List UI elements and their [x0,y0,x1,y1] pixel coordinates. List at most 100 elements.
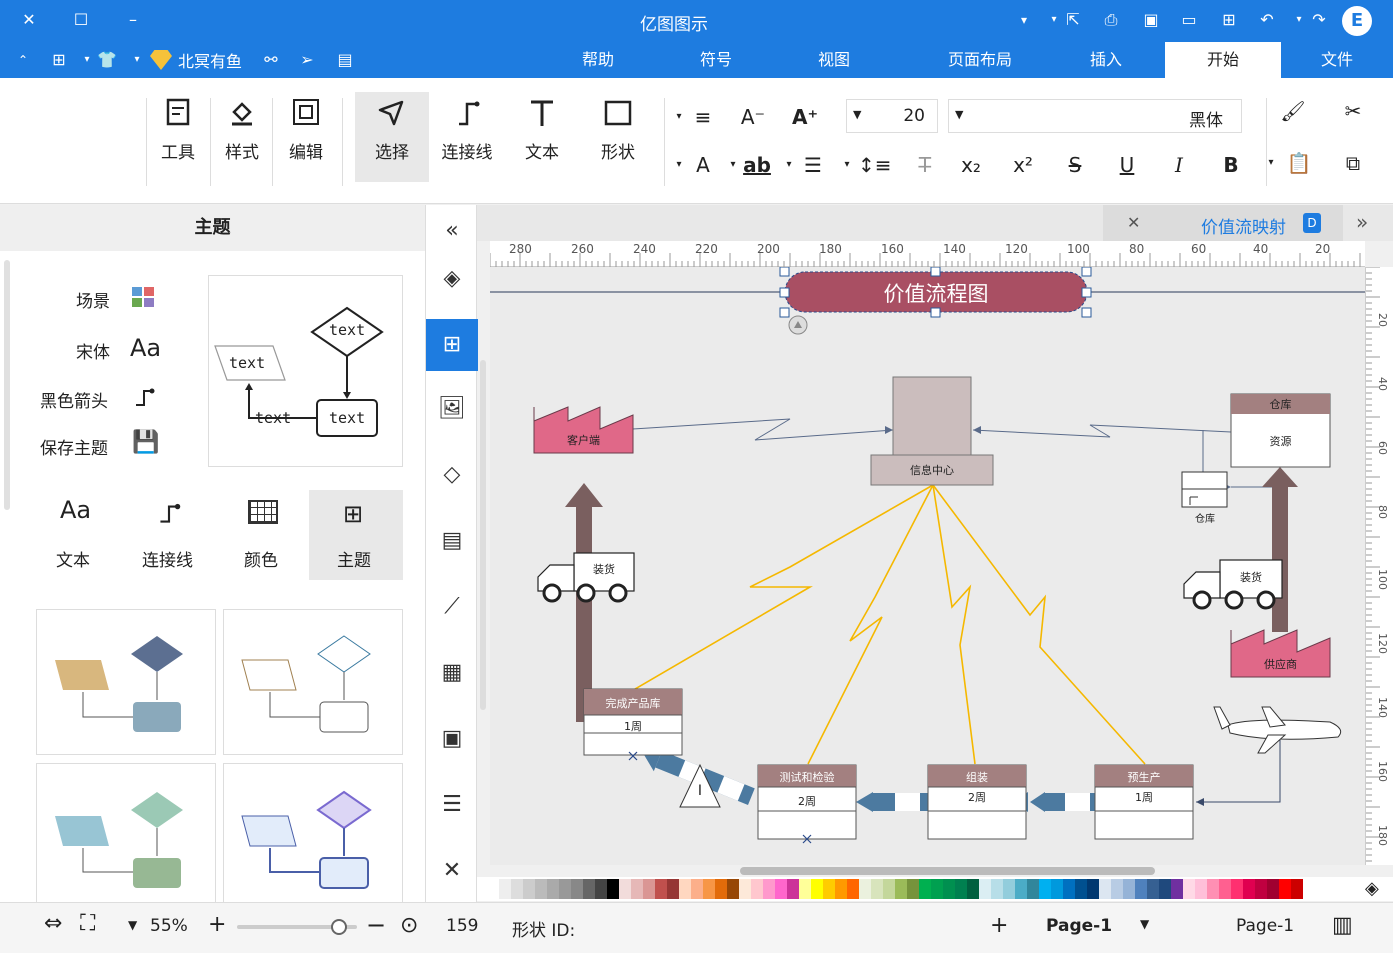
theme-thumbnail-3[interactable] [36,763,216,903]
color-swatch[interactable] [919,879,931,899]
color-swatch[interactable] [619,879,631,899]
diagram-title-shape[interactable]: 价值流程图 [785,278,1087,308]
align-icon[interactable]: ≡ [688,102,718,132]
fill-icon[interactable]: ◈ [426,253,478,305]
color-swatch[interactable] [547,879,559,899]
color-swatch[interactable] [1039,879,1051,899]
chevron-down-icon[interactable]: ▾ [126,49,148,71]
play-icon[interactable]: ⊙ [400,913,418,938]
style-tool-button[interactable]: 样式 [212,96,272,163]
table-icon[interactable]: ▦ [426,647,478,699]
tab-page-layout[interactable]: 页面布局 [920,42,1040,78]
process-title-2[interactable]: 测试和检验 [758,769,856,785]
color-swatch[interactable] [715,879,727,899]
chevron-down-icon[interactable]: ▾ [726,150,740,180]
cut-icon[interactable]: ✂ [1338,96,1368,126]
collapse-ribbon-icon[interactable]: ⌃ [12,49,34,71]
color-swatch[interactable] [931,879,943,899]
color-swatch[interactable] [607,879,619,899]
color-swatch[interactable] [787,879,799,899]
image-icon[interactable]: 🖼 [426,383,478,435]
color-swatch[interactable] [1123,879,1135,899]
chevron-down-icon[interactable]: ▼ [1140,917,1149,931]
color-swatch[interactable] [895,879,907,899]
color-swatch[interactable] [1003,879,1015,899]
color-swatch[interactable] [1279,879,1291,899]
bullets-icon[interactable]: ☰ [798,150,828,180]
theme-option-save[interactable]: 保存主题 💾 [36,430,166,459]
color-swatch[interactable] [499,879,511,899]
theme-thumbnail-1[interactable] [36,609,216,755]
color-swatch[interactable] [763,879,775,899]
process-title-4[interactable]: 预生产 [1095,769,1193,785]
color-swatch[interactable] [1207,879,1219,899]
color-swatch[interactable] [1015,879,1027,899]
grow-font-icon[interactable]: A⁺ [790,102,820,132]
page-tab[interactable]: Page-1 [1046,916,1112,936]
tab-view[interactable]: 视图 [794,42,874,78]
color-swatch[interactable] [1063,879,1075,899]
color-swatch[interactable] [1087,879,1099,899]
zoom-in-icon[interactable]: + [208,912,226,937]
zoom-slider-handle[interactable] [331,919,347,935]
line-spacing-icon[interactable]: ↕≡ [858,150,892,180]
color-swatch[interactable] [667,879,679,899]
category-theme[interactable]: ⊞ 主题 [309,490,403,580]
color-swatch[interactable] [691,879,703,899]
color-swatch[interactable] [955,879,967,899]
page-layout-icon[interactable]: ▥ [1332,913,1353,938]
color-swatch[interactable] [943,879,955,899]
color-swatch[interactable] [751,879,763,899]
color-swatch[interactable] [679,879,691,899]
color-swatch[interactable] [583,879,595,899]
save-icon[interactable]: ▣ [1140,9,1162,31]
color-swatch[interactable] [1171,879,1183,899]
puzzle-icon[interactable]: ▣ [426,713,478,765]
redo-icon[interactable]: ↷ [1308,9,1330,31]
panel-scrollbar[interactable] [4,260,10,510]
zoom-out-icon[interactable]: − [366,911,386,939]
tab-help[interactable]: 帮助 [558,42,638,78]
theme-thumbnail-2[interactable] [223,609,403,755]
tab-insert[interactable]: 插入 [1062,42,1150,78]
highlight-icon[interactable]: ab [742,150,772,180]
fit-page-icon[interactable]: ⛶ [80,911,95,936]
subscript-icon[interactable]: x₂ [956,150,986,180]
chevron-down-icon[interactable]: ▾ [672,102,686,132]
format-painter-icon[interactable]: 🖌 [1278,96,1308,126]
edit-tool-button[interactable]: 编辑 [276,96,336,163]
category-connector[interactable]: 连接线 [122,490,216,580]
warehouse-header-label[interactable]: 仓库 [1231,396,1330,412]
paste-icon[interactable]: 📋 [1284,148,1314,178]
color-swatch[interactable] [571,879,583,899]
fit-width-icon[interactable]: ⇔ [44,911,62,936]
chevron-down-icon[interactable]: ▾ [782,150,796,180]
color-swatch[interactable] [823,879,835,899]
color-swatch[interactable] [799,879,811,899]
shape-tool-button[interactable]: 形状 [588,96,648,163]
chevron-down-icon[interactable]: ▾ [1013,9,1035,31]
select-tool-button[interactable]: 选择 [355,92,429,182]
apps-icon[interactable]: ⊞ [48,49,70,71]
color-swatch[interactable] [811,879,823,899]
page-icon[interactable]: ▤ [426,515,478,567]
process-title-1[interactable]: 完成产品库 [584,695,682,711]
expand-panel-icon[interactable]: » [1356,210,1368,234]
tab-file[interactable]: 文件 [1293,42,1381,78]
color-swatch[interactable] [703,879,715,899]
color-swatch[interactable] [1159,879,1171,899]
print-icon[interactable]: ⎙ [1100,9,1122,31]
page-name[interactable]: Page-1 [1236,916,1294,936]
color-swatch[interactable] [1291,879,1303,899]
tab-symbol[interactable]: 符号 [676,42,756,78]
theme-option-font[interactable]: 宋体 Aa [36,334,166,363]
customer-factory-label[interactable]: 客户端 [534,432,633,448]
format-icon[interactable]: ☰ [426,779,478,831]
tools-button[interactable]: 工具 [148,96,208,163]
info-center-label[interactable]: 信息中心 [871,462,993,478]
color-swatch[interactable] [643,879,655,899]
theme-grid-icon[interactable]: ⊞ [426,319,478,371]
color-swatch[interactable] [847,879,859,899]
color-swatch[interactable] [1051,879,1063,899]
layers-icon[interactable]: ◇ [426,449,478,501]
